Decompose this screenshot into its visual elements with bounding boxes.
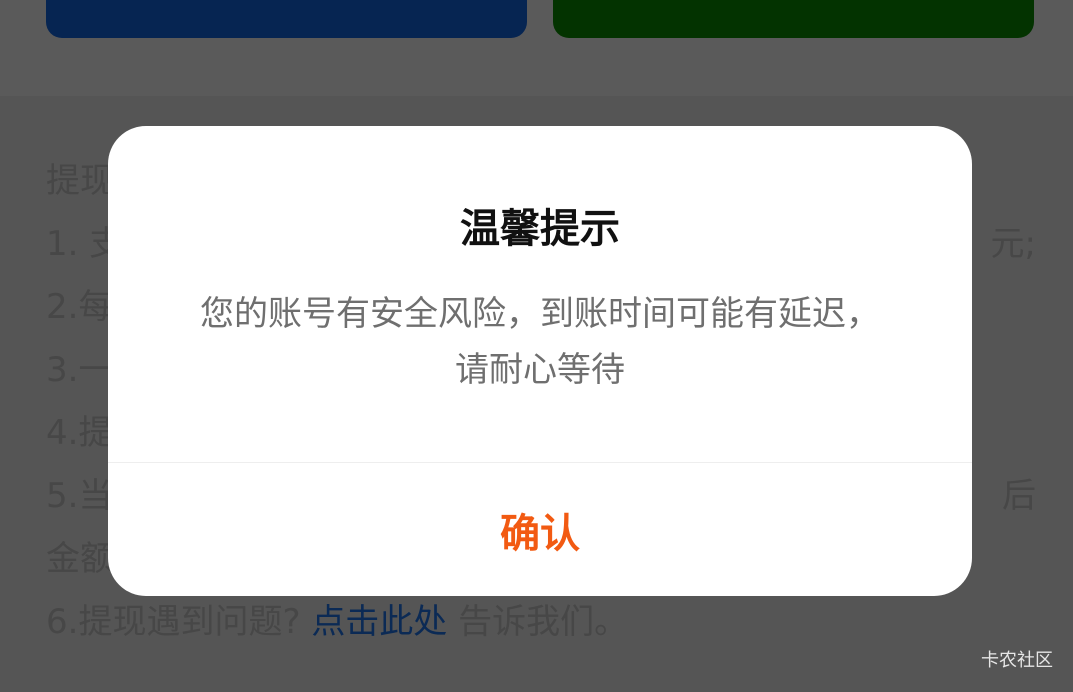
dialog-message: 您的账号有安全风险，到账时间可能有延迟，请耐心等待 bbox=[200, 294, 880, 390]
watermark: 卡农社区 bbox=[981, 650, 1053, 671]
screen: 提现 1. 支 元; 2.每 3.一 4.提 5.当 后 金额 6.提现遇到问题… bbox=[0, 0, 1073, 692]
warning-dialog: 温馨提示 您的账号有安全风险，到账时间可能有延迟，请耐心等待 确认 bbox=[108, 126, 972, 596]
confirm-button[interactable]: 确认 bbox=[108, 463, 972, 596]
payment-card-green[interactable] bbox=[553, 0, 1034, 38]
click-here-link[interactable]: 点击此处 bbox=[311, 602, 447, 642]
rule-item-6: 6.提现遇到问题? 点击此处 告诉我们。 bbox=[46, 602, 629, 642]
payment-card-blue[interactable] bbox=[46, 0, 527, 38]
dialog-title: 温馨提示 bbox=[460, 206, 620, 252]
top-card-strip bbox=[0, 0, 1073, 96]
